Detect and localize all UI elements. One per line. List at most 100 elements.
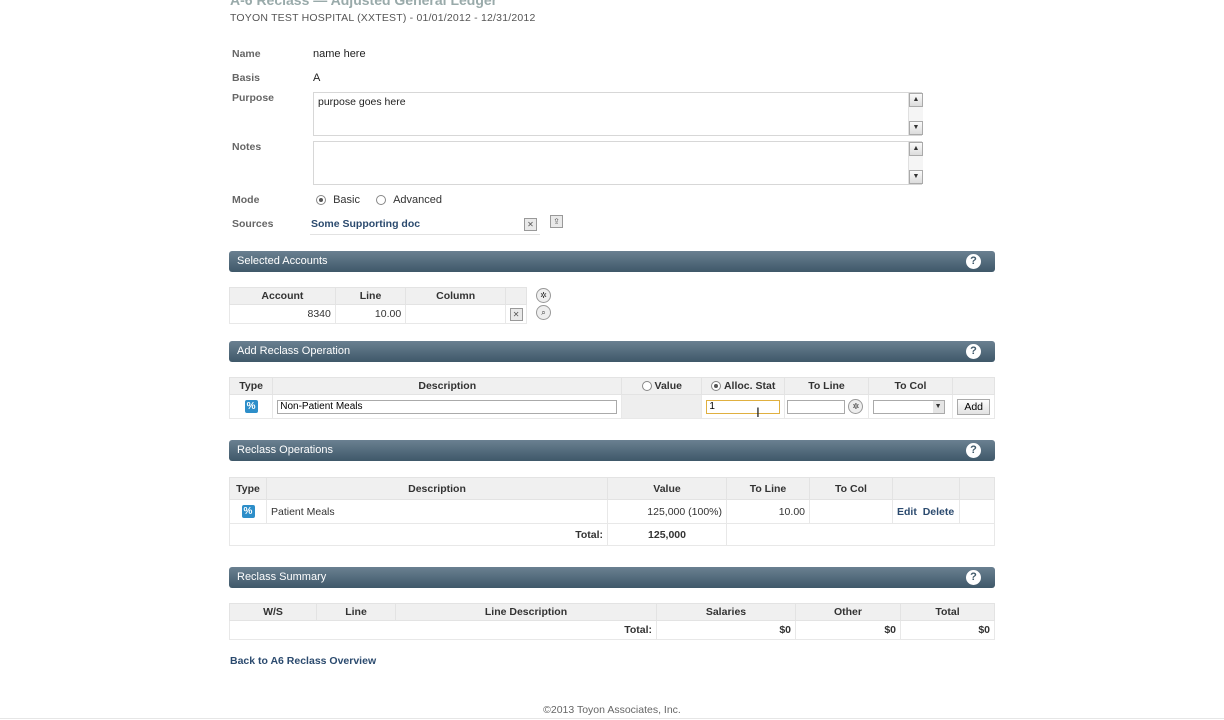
col-extra <box>959 477 995 500</box>
chevron-down-icon[interactable]: ▼ <box>932 400 944 413</box>
help-icon[interactable]: ? <box>966 570 981 585</box>
value-cell <box>621 394 703 419</box>
col-column: Column <box>405 287 507 305</box>
description-cell <box>272 394 623 419</box>
selected-accounts-table: Account Line Column 8340 10.00 ✕ <box>229 287 527 324</box>
add-reclass-operation-header: Add Reclass Operation ? <box>229 341 995 362</box>
sources-label: Sources <box>232 218 274 230</box>
col-alloc-stat: Alloc. Stat <box>701 377 786 395</box>
mode-advanced-radio[interactable] <box>376 195 386 206</box>
col-account: Account <box>229 287 336 305</box>
purpose-textarea[interactable]: purpose goes here <box>313 92 922 136</box>
col-total: Total <box>900 603 995 621</box>
sources-divider <box>310 234 540 235</box>
remove-account-cell: ✕ <box>505 304 527 324</box>
upload-icon[interactable]: ⇪ <box>550 215 563 228</box>
col-to-line: To Line <box>726 477 810 500</box>
add-operation-table: Type Description Value Alloc. Stat To Li… <box>228 377 995 419</box>
notes-textarea[interactable] <box>313 141 922 185</box>
mode-advanced-option[interactable]: Advanced <box>376 194 442 206</box>
total-filler <box>726 523 995 546</box>
remove-account-icon[interactable]: ✕ <box>509 307 523 321</box>
col-description: Description <box>266 477 608 500</box>
scroll-up-icon[interactable]: ▲ <box>909 93 923 107</box>
help-icon[interactable]: ? <box>966 254 981 269</box>
col-to-col: To Col <box>809 477 893 500</box>
section-title: Selected Accounts <box>237 255 328 267</box>
text-cursor-icon: I <box>756 404 760 420</box>
reclass-summary-header: Reclass Summary ? <box>229 567 995 588</box>
mode-basic-option[interactable]: Basic <box>316 194 360 206</box>
type-cell: % <box>228 394 274 419</box>
table-row: 8340 10.00 ✕ <box>229 304 527 324</box>
grand-total: $0 <box>900 620 995 640</box>
to-col-cell <box>809 499 893 524</box>
description-input[interactable] <box>277 399 618 414</box>
col-type: Type <box>228 377 274 395</box>
table-row: % Patient Meals 125,000 (100%) 10.00 Edi… <box>229 499 995 524</box>
value-radio[interactable] <box>641 381 652 392</box>
mode-label: Mode <box>232 194 260 206</box>
mode-advanced-label: Advanced <box>393 194 442 206</box>
notes-label: Notes <box>232 141 262 153</box>
total-value: 125,000 <box>607 523 727 546</box>
to-line-input[interactable] <box>787 399 846 414</box>
line-cell: 10.00 <box>334 304 407 324</box>
line-picker-icon[interactable]: ✲ <box>848 399 864 414</box>
source-document-link[interactable]: Some Supporting doc <box>311 218 420 230</box>
section-title: Reclass Summary <box>237 571 327 583</box>
account-picker-icon[interactable]: ✲ <box>536 288 551 303</box>
to-col-cell: ▼ <box>867 394 954 419</box>
back-to-overview-link[interactable]: Back to A6 Reclass Overview <box>230 655 376 667</box>
scroll-down-icon[interactable]: ▼ <box>909 170 923 184</box>
remove-source-icon[interactable]: ✕ <box>524 218 537 231</box>
percent-type-icon[interactable]: % <box>244 400 258 413</box>
edit-link[interactable]: Edit <box>897 506 917 518</box>
purpose-scrollbar[interactable]: ▲ ▼ <box>908 93 923 135</box>
table-row: % ✲ ▼ Add <box>228 394 995 419</box>
help-icon[interactable]: ? <box>966 443 981 458</box>
reclass-summary-table: W/S Line Line Description Salaries Other… <box>229 603 995 640</box>
col-to-line: To Line <box>784 377 869 395</box>
selected-accounts-header: Selected Accounts ? <box>229 251 995 272</box>
add-button[interactable]: Add <box>957 398 990 415</box>
name-value: name here <box>313 48 366 60</box>
col-to-col: To Col <box>867 377 954 395</box>
hospital-period-subtitle: TOYON TEST HOSPITAL (XXTEST) - 01/01/201… <box>230 12 536 24</box>
mode-basic-label: Basic <box>333 194 360 206</box>
scroll-down-icon[interactable]: ▼ <box>909 121 923 135</box>
type-cell: % <box>229 499 267 524</box>
search-icon[interactable]: ⌕ <box>536 305 551 320</box>
help-icon[interactable]: ? <box>966 344 981 359</box>
section-title: Add Reclass Operation <box>237 345 351 357</box>
col-value: Value <box>621 377 703 395</box>
basis-label: Basis <box>232 72 261 84</box>
notes-scrollbar[interactable]: ▲ ▼ <box>908 142 923 184</box>
value-cell: 125,000 (100%) <box>607 499 727 524</box>
scroll-up-icon[interactable]: ▲ <box>909 142 923 156</box>
total-label: Total: <box>229 620 657 640</box>
col-add <box>952 377 995 395</box>
alloc-stat-radio[interactable] <box>711 381 722 392</box>
reclass-operations-table: Type Description Value To Line To Col % … <box>229 477 995 546</box>
mode-basic-radio[interactable] <box>316 195 326 206</box>
account-cell: 8340 <box>229 304 336 324</box>
total-row: Total: $0 $0 $0 <box>229 620 995 640</box>
section-title: Reclass Operations <box>237 444 333 456</box>
col-type: Type <box>229 477 267 500</box>
total-row: Total: 125,000 <box>229 523 995 546</box>
reclass-operations-header: Reclass Operations ? <box>229 440 995 461</box>
delete-link[interactable]: Delete <box>923 506 955 518</box>
col-value: Value <box>607 477 727 500</box>
actions-cell: Edit Delete <box>892 499 960 524</box>
page-title: A-6 Reclass — Adjusted General Ledger <box>230 0 498 8</box>
total-label: Total: <box>229 523 608 546</box>
to-col-select[interactable]: ▼ <box>872 399 945 414</box>
basis-value: A <box>313 72 321 84</box>
column-cell <box>405 304 507 324</box>
to-line-cell: 10.00 <box>726 499 810 524</box>
salaries-total: $0 <box>656 620 796 640</box>
col-salaries: Salaries <box>656 603 796 621</box>
percent-type-icon: % <box>241 505 255 518</box>
alloc-stat-input[interactable] <box>706 399 781 414</box>
